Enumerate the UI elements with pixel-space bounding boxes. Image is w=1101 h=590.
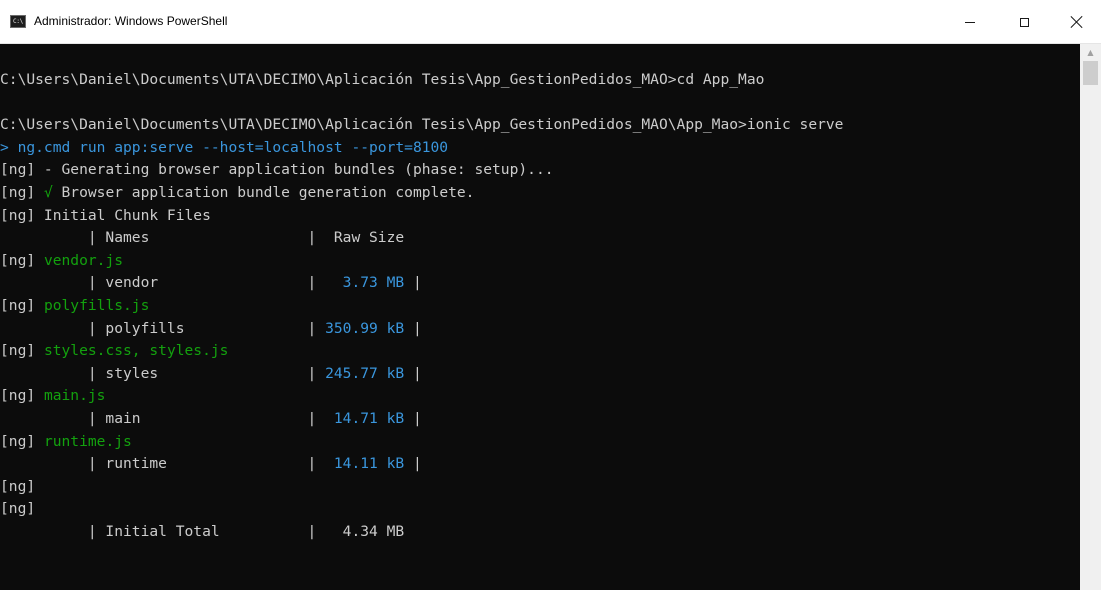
console-line: > ng.cmd run app:serve --host=localhost … — [0, 137, 843, 160]
console-line: [ng] styles.css, styles.js — [0, 340, 843, 363]
console-line: C:\Users\Daniel\Documents\UTA\DECIMO\Apl… — [0, 69, 843, 92]
console-text: [ng] — [0, 500, 36, 518]
console-text: √ — [43, 183, 53, 201]
chevron-up-icon: ▲ — [1087, 48, 1094, 57]
console-text: | Initial Total | 4.34 MB — [0, 522, 405, 540]
minimize-icon — [965, 21, 975, 23]
console-text: 350.99 kB — [325, 319, 405, 337]
console-text: [ng] — [0, 342, 44, 360]
console-text: | — [404, 319, 422, 337]
console-line: [ng] runtime.js — [0, 431, 843, 454]
console-line: [ng] polyfills.js — [0, 295, 843, 318]
console-text: 14.11 kB — [333, 455, 405, 473]
console-text: 14.71 kB — [333, 409, 405, 427]
console-text: [ng] — [0, 432, 44, 450]
console-text: runtime.js — [43, 432, 132, 450]
console-text: [ng] - Generating browser application bu… — [0, 161, 554, 179]
console-text: | vendor | — [0, 274, 343, 292]
console-line: | runtime | 14.11 kB | — [0, 453, 843, 476]
console-text: 3.73 MB — [342, 274, 405, 292]
scroll-thumb[interactable] — [1083, 61, 1098, 85]
console-text: main.js — [43, 387, 106, 405]
console-line: [ng] — [0, 498, 843, 521]
console-text: 245.77 kB — [325, 364, 405, 382]
console-line: C:\Users\Daniel\Documents\UTA\DECIMO\Apl… — [0, 114, 843, 137]
scroll-up-button[interactable]: ▲ — [1080, 44, 1101, 61]
console-line: [ng] - Generating browser application bu… — [0, 159, 843, 182]
console-text: [ng] — [0, 183, 44, 201]
console-text: | styles | — [0, 364, 326, 382]
console-lines: C:\Users\Daniel\Documents\UTA\DECIMO\Apl… — [0, 69, 843, 543]
vertical-scrollbar[interactable]: ▲ — [1080, 44, 1101, 590]
console-text: > ng.cmd run app:serve --host=localhost … — [0, 138, 449, 156]
console-text: | Names | Raw Size — [0, 229, 405, 247]
console-text: [ng] Initial Chunk Files — [0, 206, 211, 224]
console-line: | Initial Total | 4.34 MB — [0, 521, 843, 544]
console-text: Browser application bundle generation co… — [52, 183, 475, 201]
powershell-window: C:\ Administrador: Windows PowerShell C:… — [0, 0, 1101, 590]
console-line: [ng] vendor.js — [0, 250, 843, 273]
maximize-icon — [1019, 17, 1029, 27]
console-line: | main | 14.71 kB | — [0, 408, 843, 431]
console-text: | — [404, 274, 422, 292]
console-text: vendor.js — [43, 251, 124, 269]
console-line: | styles | 245.77 kB | — [0, 363, 843, 386]
console-text: | — [404, 455, 422, 473]
close-icon — [1071, 16, 1083, 28]
close-button[interactable] — [1052, 0, 1101, 44]
console-line: [ng] — [0, 476, 843, 499]
console-text: styles.css, styles.js — [43, 342, 229, 360]
console-text: | — [404, 409, 422, 427]
maximize-button[interactable] — [1001, 0, 1047, 44]
console-text: [ng] — [0, 296, 44, 314]
console-line: | vendor | 3.73 MB | — [0, 272, 843, 295]
window-title: Administrador: Windows PowerShell — [34, 14, 228, 28]
console-text: [ng] — [0, 387, 44, 405]
console-text: | polyfills | — [0, 319, 326, 337]
console-output[interactable]: C:\Users\Daniel\Documents\UTA\DECIMO\Apl… — [0, 44, 1080, 590]
powershell-console-icon[interactable]: C:\ — [10, 15, 26, 28]
console-text: C:\Users\Daniel\Documents\UTA\DECIMO\Apl… — [0, 116, 844, 134]
console-line: [ng] Initial Chunk Files — [0, 205, 843, 228]
console-text: [ng] — [0, 477, 36, 495]
console-line: [ng] main.js — [0, 385, 843, 408]
console-text: | main | — [0, 409, 334, 427]
console-text: [ng] — [0, 251, 44, 269]
console-text: polyfills.js — [43, 296, 150, 314]
console-line: [ng] √ Browser application bundle genera… — [0, 182, 843, 205]
console-line: | polyfills | 350.99 kB | — [0, 318, 843, 341]
console-line: | Names | Raw Size — [0, 227, 843, 250]
console-text: C:\Users\Daniel\Documents\UTA\DECIMO\Apl… — [0, 71, 765, 88]
console-text: | runtime | — [0, 455, 334, 473]
minimize-button[interactable] — [947, 0, 993, 44]
title-bar[interactable]: C:\ Administrador: Windows PowerShell — [0, 0, 1101, 44]
console-text: | — [404, 364, 422, 382]
